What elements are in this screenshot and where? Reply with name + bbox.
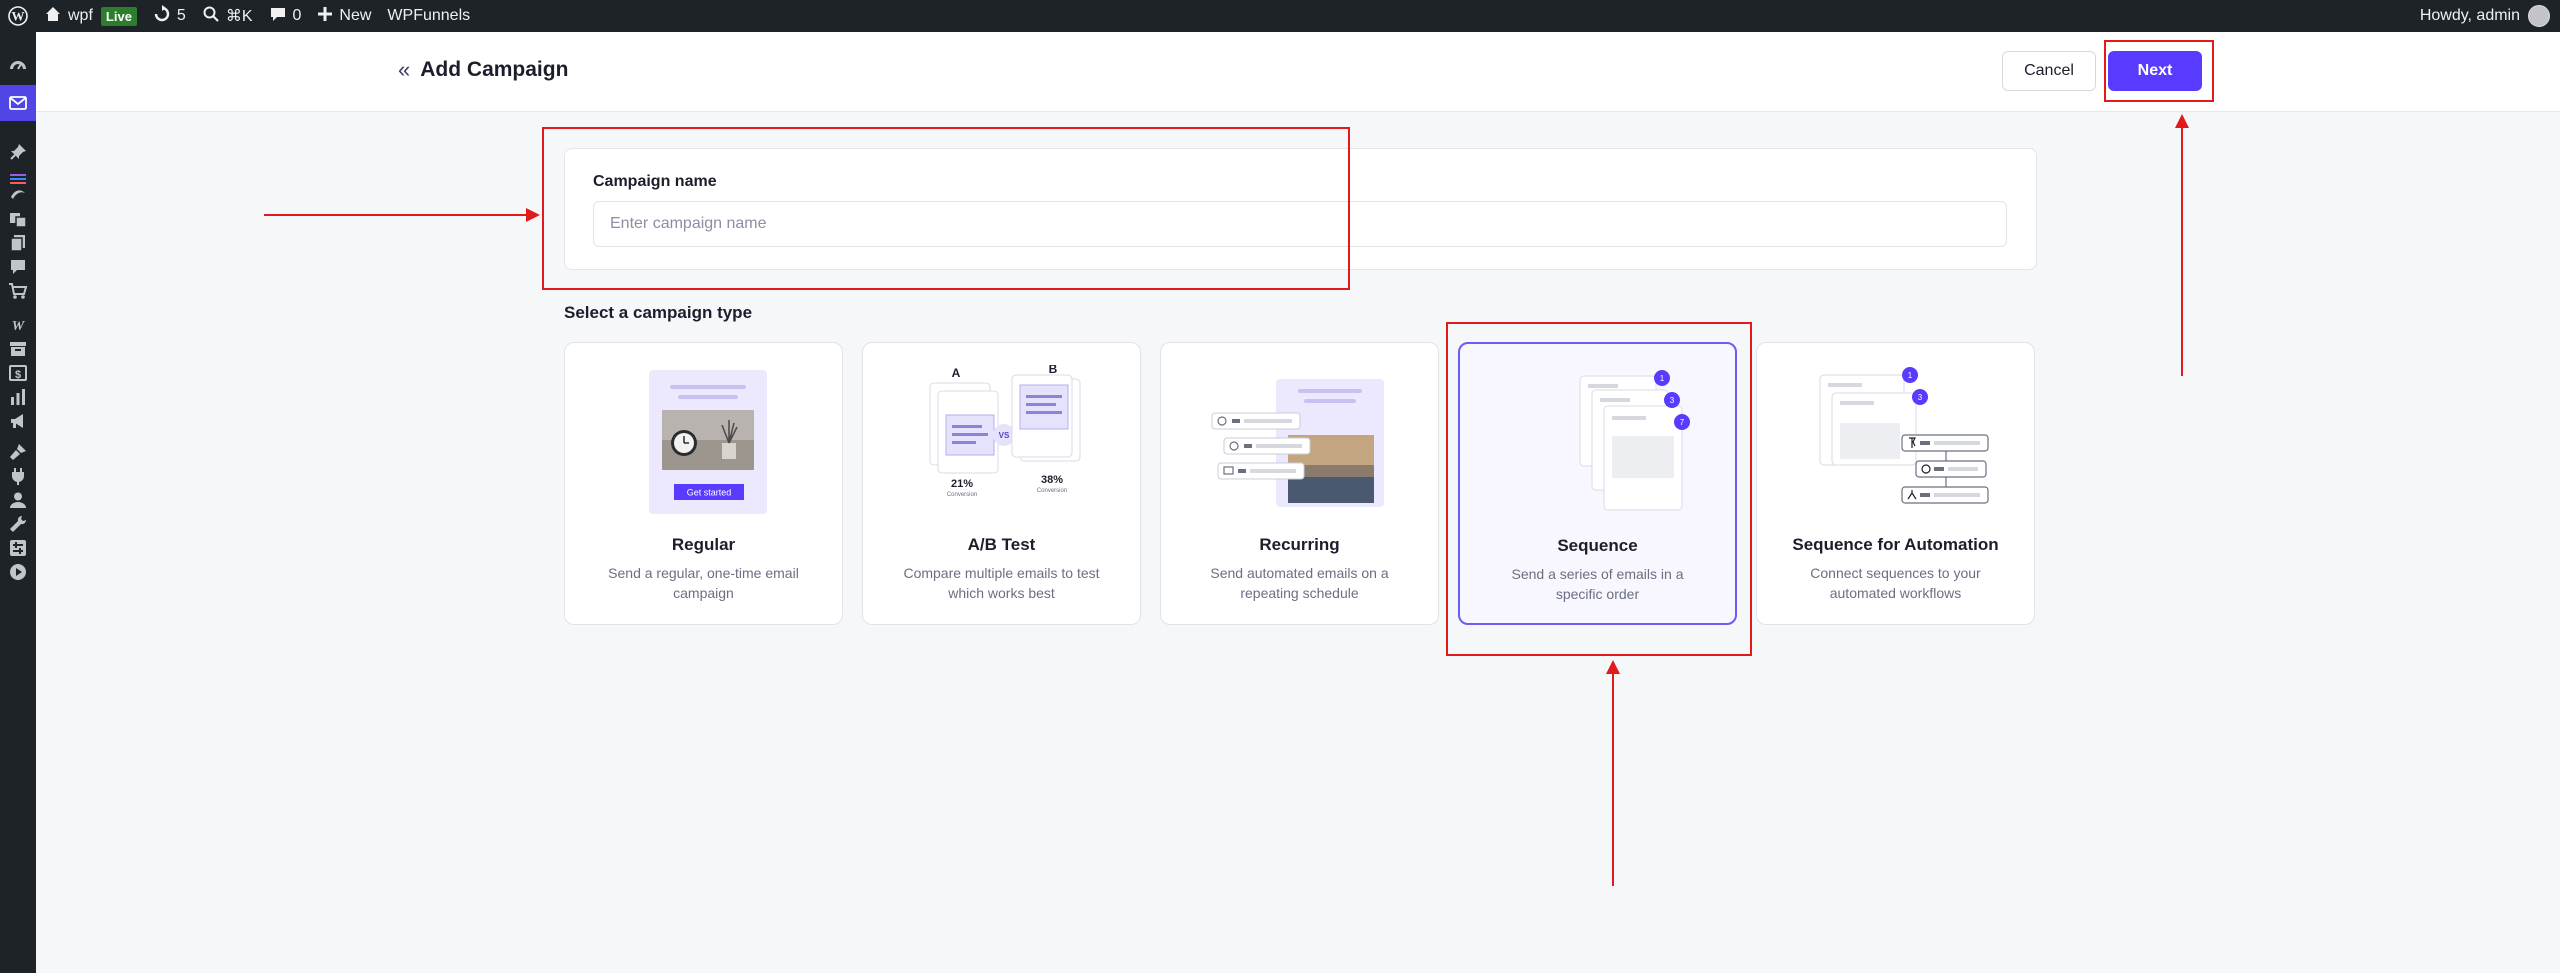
campaign-type-heading: Select a campaign type: [564, 303, 753, 322]
svg-text:$: $: [15, 369, 21, 381]
greeting: Howdy, admin: [2419, 7, 2520, 24]
svg-text:21%: 21%: [950, 478, 972, 490]
plus-icon: [317, 6, 333, 27]
campaign-type-description: Compare multiple emails to test which wo…: [903, 565, 1100, 601]
campaign-type-title: Regular: [671, 535, 736, 554]
double-chevron-left-icon[interactable]: «: [398, 59, 410, 81]
cart-icon[interactable]: [6, 279, 30, 303]
annotation-arrowhead-right: [526, 208, 540, 222]
updates-icon: [153, 4, 171, 28]
play-icon[interactable]: [6, 560, 30, 584]
annotation-box-sequence: [1446, 322, 1752, 656]
annotation-arrow-line: [264, 214, 530, 216]
svg-text:1: 1: [1907, 371, 1912, 380]
svg-text:W: W: [12, 319, 26, 332]
pages-icon[interactable]: [6, 231, 30, 255]
campaign-type-description: Send automated emails on a repeating sch…: [1210, 565, 1389, 601]
campaign-type-sequence-automation[interactable]: 1 3 Sequence for Automation Connect sequ…: [1756, 342, 2035, 625]
svg-text:38%: 38%: [1040, 474, 1062, 486]
comments-count: 0: [292, 7, 302, 24]
new-label: New: [339, 7, 372, 24]
svg-text:Conversion: Conversion: [1036, 488, 1066, 494]
campaign-type-title: Recurring: [1259, 535, 1340, 554]
campaign-type-recurring[interactable]: Recurring Send automated emails on a rep…: [1160, 342, 1439, 625]
megaphone-icon[interactable]: [6, 409, 30, 433]
annotation-arrowhead-up: [1606, 660, 1620, 674]
new-content-link[interactable]: New: [309, 0, 379, 32]
users-icon[interactable]: [6, 488, 30, 512]
live-status[interactable]: Live: [100, 0, 145, 32]
campaign-type-regular[interactable]: Get started Regular Send a regular, one-…: [564, 342, 843, 625]
search-icon: [202, 5, 220, 28]
wpfunnels-label: WPFunnels: [387, 7, 471, 24]
admin-bar: W wpf Live 5 ⌘K 0 New WPFunnels Howdy, a…: [0, 0, 2560, 32]
analytics-icon[interactable]: [6, 385, 30, 409]
svg-text:A: A: [951, 366, 960, 380]
automation-illustration: 1 3: [1819, 367, 1989, 504]
site-name: wpf: [68, 7, 93, 24]
comment-icon: [269, 5, 287, 28]
page-title: Add Campaign: [420, 58, 569, 81]
admin-side-menu: W $: [0, 32, 36, 973]
dollar-icon[interactable]: $: [6, 361, 30, 385]
regular-illustration: Get started: [648, 370, 767, 514]
annotation-arrow-line: [1612, 672, 1614, 886]
plugins-icon[interactable]: [6, 464, 30, 488]
wpfunnels-link[interactable]: WPFunnels: [379, 0, 478, 32]
media-icon[interactable]: [6, 207, 30, 231]
svg-text:VS: VS: [998, 431, 1009, 440]
comments-link[interactable]: 0: [261, 0, 310, 32]
command-search[interactable]: ⌘K: [194, 0, 261, 32]
campaign-type-ab-test[interactable]: A B VS 21% Conversion 38% Conversion A/B…: [862, 342, 1141, 625]
svg-text:B: B: [1048, 365, 1057, 376]
pin-icon[interactable]: [6, 140, 30, 164]
svg-text:3: 3: [1917, 393, 1922, 402]
search-shortcut: ⌘K: [225, 8, 253, 25]
mail-icon[interactable]: [6, 91, 30, 115]
updates-link[interactable]: 5: [145, 0, 194, 32]
back-navigation[interactable]: « Add Campaign: [398, 58, 568, 82]
campaign-type-title: Sequence for Automation: [1792, 535, 1999, 554]
cancel-button[interactable]: Cancel: [2002, 51, 2096, 91]
dashboard-icon[interactable]: [6, 54, 30, 78]
svg-text:W: W: [12, 9, 25, 24]
ab-test-illustration: A B VS 21% Conversion 38% Conversion: [929, 365, 1080, 498]
campaign-type-description: Connect sequences to your automated work…: [1810, 565, 1981, 601]
campaign-type-description: Send a regular, one-time email campaign: [608, 565, 799, 601]
wordpress-logo-icon[interactable]: W: [0, 0, 36, 32]
annotation-arrow-line: [2181, 124, 2183, 376]
campaign-type-title: A/B Test: [967, 535, 1036, 554]
my-account[interactable]: Howdy, admin: [2420, 5, 2560, 27]
funnel-icon[interactable]: [6, 182, 30, 206]
annotation-arrowhead-up: [2175, 114, 2189, 128]
woocommerce-icon[interactable]: W: [6, 313, 30, 337]
appearance-icon[interactable]: [6, 440, 30, 464]
svg-text:Conversion: Conversion: [946, 492, 976, 498]
settings-icon[interactable]: [6, 536, 30, 560]
tools-icon[interactable]: [6, 512, 30, 536]
comments-menu-icon[interactable]: [6, 255, 30, 279]
updates-count: 5: [176, 7, 186, 24]
annotation-box-next: [2104, 40, 2214, 102]
avatar: [2528, 5, 2550, 27]
home-icon: [44, 5, 62, 28]
annotation-box-name: [542, 127, 1350, 290]
get-started-illustration-button: Get started: [686, 488, 731, 498]
live-badge: Live: [100, 6, 137, 26]
archive-icon[interactable]: [6, 337, 30, 361]
recurring-illustration: [1211, 379, 1384, 507]
site-name-link[interactable]: wpf: [36, 0, 101, 32]
